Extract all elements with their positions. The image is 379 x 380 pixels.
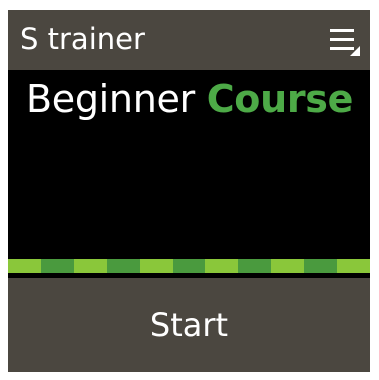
course-title: Beginner Course [26,76,353,122]
course-level-label: Beginner [26,77,195,121]
progress-segment [40,259,74,273]
progress-segment [106,259,140,273]
course-word-label: Course [206,77,354,121]
progress-segment [172,259,206,273]
progress-segment [337,259,370,273]
progress-segment [304,259,338,273]
app-header: S trainer [8,10,370,70]
progress-segment [8,259,41,273]
progress-segment [73,259,107,273]
progress-segment [139,259,173,273]
app-title: S trainer [20,22,145,56]
progress-segment [238,259,272,273]
progress-bar [8,259,370,273]
start-button[interactable]: Start [8,278,370,372]
watch-screen: S trainer Beginner Course Start [8,10,370,372]
progress-segment [205,259,239,273]
menu-icon[interactable] [329,27,361,57]
progress-segment [271,259,305,273]
